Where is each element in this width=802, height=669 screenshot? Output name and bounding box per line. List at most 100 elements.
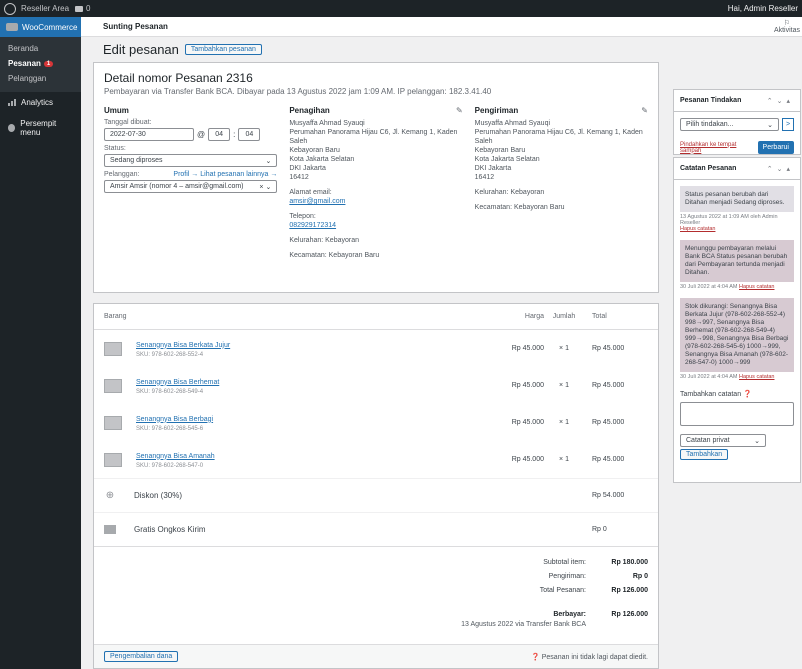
billing-kecamatan: Kecamatan: Kebayoran Baru <box>289 251 462 260</box>
box-toggle-icons[interactable]: ⌃⌄▴ <box>767 97 794 105</box>
shipping-total-value: Rp 0 <box>632 572 648 580</box>
customer-label: Pelanggan: <box>104 171 140 178</box>
note-type-select[interactable]: Catatan privat ⌄ <box>680 434 766 447</box>
paid-value: Rp 126.000 <box>611 610 648 618</box>
order-actions-title: Pesanan Tindakan <box>680 97 742 104</box>
menu-analytics-label: Analytics <box>21 98 54 107</box>
menu-woocommerce-label: WooCommerce <box>22 22 78 32</box>
order-hour-input[interactable]: 04 <box>208 128 231 141</box>
shipping-address-line: Musyaffa Ahmad Syauqi <box>474 120 551 127</box>
product-link[interactable]: Senangnya Bisa Amanah <box>136 453 215 460</box>
shipping-kecamatan-label: Kecamatan: <box>474 204 513 211</box>
order-note: Menunggu pembayaran melalui Bank BCA Sta… <box>680 240 794 282</box>
fee-row: ⊕ Diskon (30%) Rp 54.000 <box>94 478 658 512</box>
items-table-header: Barang Harga Jumlah Total <box>94 304 658 330</box>
subtotal-label: Subtotal item: <box>543 558 586 566</box>
product-link[interactable]: Senangnya Bisa Berkata Jujur <box>136 342 230 349</box>
time-separator: : <box>233 130 236 139</box>
customer-other-orders-link[interactable]: Lihat pesanan lainnya → <box>200 171 277 178</box>
submenu-orders[interactable]: Pesanan 1 <box>0 56 81 71</box>
product-sku: SKU: 978-602-268-552-4 <box>136 351 204 358</box>
menu-woocommerce[interactable]: WooCommerce <box>0 17 81 37</box>
order-status-select[interactable]: Sedang diproses ⌄ <box>104 154 278 167</box>
move-to-trash-link[interactable]: Pindahkan ke tempat sampah <box>680 142 758 154</box>
subtotal-value: Rp 180.000 <box>611 558 648 566</box>
delete-note-link[interactable]: Hapus catatan <box>739 284 774 290</box>
user-greeting[interactable]: Hai, Admin Reseller <box>728 4 798 13</box>
status-label: Status: <box>104 145 126 152</box>
product-link[interactable]: Senangnya Bisa Berhemat <box>136 379 219 386</box>
item-cost: Rp 45.000 <box>511 345 544 352</box>
table-row: Senangnya Bisa Amanah SKU: 978-602-268-54… <box>94 441 658 478</box>
delete-note-link[interactable]: Hapus catatan <box>739 374 774 380</box>
billing-address-line: Kota Jakarta Selatan <box>289 156 355 163</box>
general-heading: Umum <box>104 106 129 115</box>
truck-icon <box>104 525 116 534</box>
submenu-customers[interactable]: Pelanggan <box>0 71 81 86</box>
shipping-kelurahan: Kelurahan: Kebayoran <box>475 188 648 197</box>
shipping-heading: Pengiriman <box>474 106 519 115</box>
edit-billing-icon[interactable]: ✎ <box>456 106 463 115</box>
order-total-value: Rp 126.000 <box>611 586 648 594</box>
product-sku: SKU: 978-602-268-549-4 <box>136 388 204 395</box>
apply-action-button[interactable]: > <box>782 118 794 131</box>
customer-label-row: Pelanggan: Profil → Lihat pesanan lainny… <box>104 171 277 178</box>
main-content: Sunting Pesanan ⚐ Aktivitas Edit pesanan… <box>81 17 802 669</box>
chevron-down-icon: ⌄ <box>767 121 773 129</box>
order-status-value: Sedang diproses <box>110 157 163 164</box>
woocommerce-icon <box>6 23 18 31</box>
product-thumbnail <box>104 378 122 393</box>
site-name-link[interactable]: Reseller Area <box>21 4 69 13</box>
comment-icon[interactable] <box>75 5 84 12</box>
billing-phone-link[interactable]: 082929172314 <box>289 222 336 229</box>
note-meta-text: 13 Agustus 2022 at 1:09 AM oleh Admin Re… <box>680 214 778 226</box>
product-thumbnail <box>104 341 122 356</box>
submenu-orders-label: Pesanan <box>8 59 41 68</box>
shipping-kecamatan: Kecamatan: Kebayoran Baru <box>475 203 648 212</box>
billing-address-line: DKI Jakarta <box>289 165 326 172</box>
add-note-button[interactable]: Tambahkan <box>680 449 729 460</box>
customer-profile-link[interactable]: Profil → <box>173 171 198 178</box>
order-notes-title: Catatan Pesanan <box>680 165 737 172</box>
collapse-menu-button[interactable]: Persempit menu <box>0 113 81 143</box>
submenu-home[interactable]: Beranda <box>0 41 81 56</box>
fee-label: Diskon (30%) <box>134 491 183 500</box>
update-button[interactable]: Perbarui <box>757 141 794 154</box>
customer-value: Amsir Amsir (nomor 4 – amsir@gmail.com) <box>110 183 244 190</box>
order-action-select[interactable]: Pilih tindakan... ⌄ <box>680 118 779 131</box>
product-link[interactable]: Senangnya Bisa Berbagi <box>136 416 213 423</box>
note-meta: 13 Agustus 2022 at 1:09 AM oleh Admin Re… <box>680 214 794 232</box>
page-title: Edit pesanan <box>103 41 179 57</box>
item-total: Rp 45.000 <box>592 456 625 463</box>
order-minute-input[interactable]: 04 <box>238 128 261 141</box>
woocommerce-header: Sunting Pesanan ⚐ Aktivitas <box>81 17 802 37</box>
add-note-textarea[interactable] <box>680 402 794 426</box>
comment-count[interactable]: 0 <box>86 4 90 13</box>
at-symbol: @ <box>197 130 206 139</box>
clear-icon[interactable]: × ⌄ <box>259 183 271 191</box>
delete-note-link[interactable]: Hapus catatan <box>680 226 715 232</box>
menu-analytics[interactable]: Analytics <box>0 92 81 113</box>
billing-email-link[interactable]: amsir@gmail.com <box>289 198 345 205</box>
header-item: Barang <box>104 313 127 320</box>
box-toggle-icons[interactable]: ⌃⌄▴ <box>767 165 794 173</box>
shipping-address: Musyaffa Ahmad Syauqi Perumahan Panorama… <box>475 119 648 212</box>
add-order-button[interactable]: Tambahkan pesanan <box>184 43 262 55</box>
date-created-label: Tanggal dibuat: <box>104 119 152 126</box>
activity-panel-button[interactable]: ⚐ Aktivitas <box>774 19 800 34</box>
product-sku: SKU: 978-602-268-547-0 <box>136 462 204 469</box>
shipping-kecamatan-value: Kebayoran Baru <box>513 204 565 211</box>
header-cost: Harga <box>524 313 544 320</box>
edit-shipping-icon[interactable]: ✎ <box>641 106 648 115</box>
wordpress-logo-icon[interactable] <box>4 2 16 15</box>
note-meta: 30 Juli 2022 at 4:04 AM Hapus catatan <box>680 284 794 290</box>
shipping-total: Rp 0 <box>592 526 607 533</box>
billing-column: ✎ Penagihan Musyaffa Ahmad Syauqi Peruma… <box>289 106 462 260</box>
customer-select[interactable]: Amsir Amsir (nomor 4 – amsir@gmail.com) … <box>104 180 278 193</box>
billing-address-line: 16412 <box>289 174 309 181</box>
order-actions-box: Pesanan Tindakan ⌃⌄▴ Pilih tindakan... ⌄… <box>673 89 801 155</box>
order-date-input[interactable]: 2022-07-30 <box>104 128 194 141</box>
header-total: Total <box>592 313 607 320</box>
shipping-address-line: DKI Jakarta <box>474 165 512 172</box>
refund-button[interactable]: Pengembalian dana <box>104 651 179 662</box>
